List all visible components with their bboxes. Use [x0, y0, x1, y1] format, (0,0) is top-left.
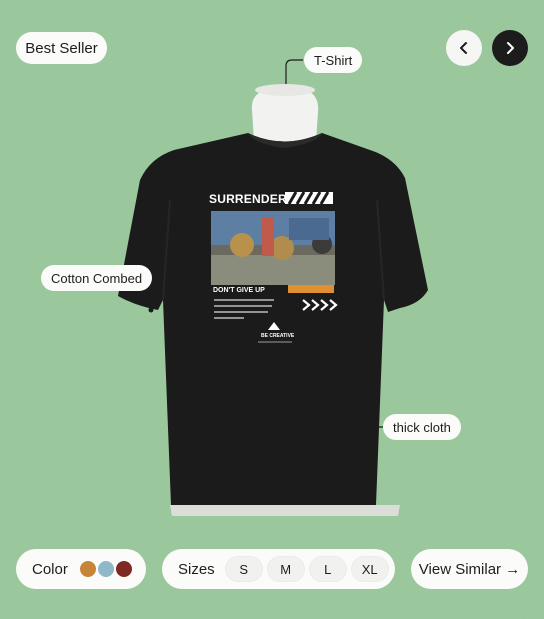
size-option-m[interactable]: M [266, 556, 305, 582]
tshirt-image [118, 59, 428, 516]
print-headline: SURRENDER [209, 192, 287, 206]
color-selector: Color [16, 549, 146, 589]
color-swatch-blue[interactable] [97, 561, 114, 577]
tshirt-body [118, 133, 428, 505]
size-selector: Sizes S M L XL [162, 549, 395, 589]
print-brand: BE CREATIVE [261, 333, 295, 339]
sizes-label: Sizes [178, 560, 215, 578]
cotton-combed-label: Cotton Combed [41, 265, 153, 291]
thick-cloth-label: thick cloth [383, 414, 461, 440]
mannequin [251, 88, 319, 142]
view-similar-button[interactable]: View Similar → [411, 549, 528, 589]
color-label: Color [32, 560, 68, 578]
product-card: Best Seller SURRENDER DON'T GIVE UP BE C… [0, 0, 544, 619]
size-option-xl[interactable]: XL [350, 556, 389, 582]
print-slogan: DON'T GIVE UP [213, 287, 265, 294]
tshirt-label: T-Shirt [304, 47, 363, 73]
color-swatch-orange[interactable] [79, 561, 96, 577]
size-option-s[interactable]: S [224, 556, 263, 582]
color-swatch-maroon[interactable] [115, 561, 132, 577]
size-option-l[interactable]: L [308, 556, 347, 582]
